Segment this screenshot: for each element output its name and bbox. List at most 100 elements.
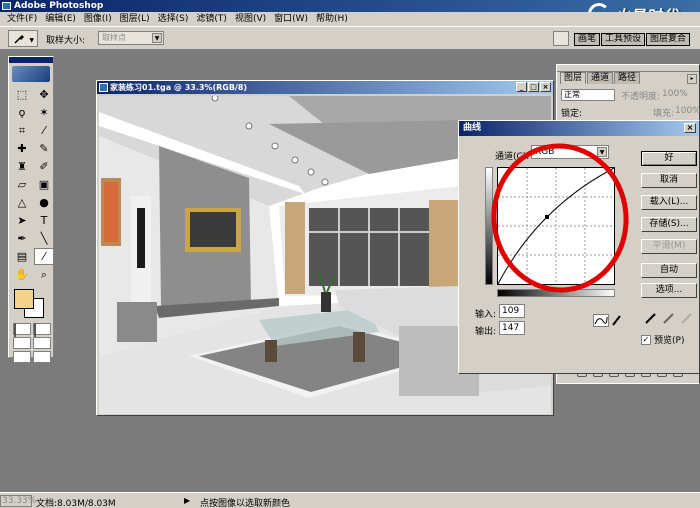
preview-row: ✓ 预览(P) [641,333,684,346]
hand-tool-icon[interactable]: ✋ [12,266,32,283]
notes-tool-icon[interactable]: ▤ [12,248,32,265]
menu-file[interactable]: 文件(F) [3,12,41,26]
sample-size-value: 取样点 [102,33,126,42]
gradient-tool-icon[interactable]: ▣ [34,176,54,193]
menu-window[interactable]: 窗口(W) [270,12,312,26]
palette-well-brushes[interactable]: 画笔 [574,33,601,46]
ok-button[interactable]: 好 [641,151,697,166]
menu-edit[interactable]: 编辑(E) [41,12,80,26]
smooth-button[interactable]: 平滑(M) [641,239,697,254]
status-menu-icon[interactable]: ▶ [184,496,190,505]
document-title: 家装练习01.tga @ 33.3%(RGB/8) [110,83,248,92]
blend-mode-select[interactable]: 正常 [561,89,615,101]
brush-tool-icon[interactable]: ✎ [34,140,54,157]
eyedropper-pickers [643,311,697,325]
clone-stamp-tool-icon[interactable]: ♜ [12,158,32,175]
menu-help[interactable]: 帮助(H) [312,12,352,26]
eyedropper-tool-icon[interactable]: ⁄ [34,248,54,265]
quick-mask-mode-button[interactable] [33,323,51,338]
document-titlebar[interactable]: 家装练习01.tga @ 33.3%(RGB/8) _ □ × [97,81,553,94]
toolbox-header[interactable] [9,57,53,63]
palette-well-tool-presets[interactable]: 工具预设 [601,33,646,46]
annotation-circle [491,143,629,293]
eraser-tool-icon[interactable]: ▱ [12,176,32,193]
app-title: Adobe Photoshop [14,1,104,11]
standard-mode-button[interactable] [13,323,31,338]
adobe-online-icon[interactable] [12,66,50,82]
close-icon[interactable]: × [540,82,551,92]
photoshop-icon [2,2,11,10]
screen-mode-full-menu-button[interactable] [33,337,51,349]
auto-button[interactable]: 自动 [641,263,697,278]
cancel-button[interactable]: 取消 [641,173,697,188]
document-icon [99,83,108,92]
jump-to-imageready-button[interactable] [33,351,51,363]
minimize-icon[interactable]: _ [516,82,527,92]
load-button[interactable]: 载入(L)... [641,195,697,210]
menu-bar: 文件(F) 编辑(E) 图像(I) 图层(L) 选择(S) 滤镜(T) 视图(V… [0,12,700,26]
curve-mode-icon[interactable] [593,314,609,327]
close-icon[interactable]: × [684,123,696,133]
menu-select[interactable]: 选择(S) [154,12,193,26]
eyedropper-icon [14,34,25,44]
status-bar: 33.33% 文档:8.03M/8.03M ▶ 点按图像以选取新颜色 [0,492,700,508]
file-browser-icon[interactable] [553,31,569,46]
blur-tool-icon[interactable]: △ [12,194,32,211]
input-field[interactable]: 109 [499,304,525,318]
menu-layer[interactable]: 图层(L) [116,12,154,26]
blend-mode-value: 正常 [564,90,580,99]
move-tool-icon[interactable]: ✥ [34,86,54,103]
crop-tool-icon[interactable]: ⌗ [12,122,32,139]
type-tool-icon[interactable]: T [34,212,54,229]
chevron-down-icon: ▼ [29,37,34,44]
gray-point-eyedropper-icon[interactable] [661,311,677,325]
options-bar: ▼ 取样大小: 取样点 ▼ 画笔 工具预设 图层复合 [0,26,700,50]
options-button[interactable]: 选项... [641,283,697,298]
output-field[interactable]: 147 [499,321,525,335]
magic-wand-tool-icon[interactable]: ✶ [34,104,54,121]
palette-menu-icon[interactable]: ▸ [687,74,697,84]
quick-mask-row [9,323,53,338]
tab-channels[interactable]: 通道 [587,72,614,84]
zoom-level[interactable]: 33.33% [0,495,36,507]
tab-layers[interactable]: 图层 [560,72,587,84]
screen-mode-standard-button[interactable] [13,337,31,349]
layers-palette-header[interactable] [557,65,699,72]
healing-brush-tool-icon[interactable]: ✚ [12,140,32,157]
opacity-label: 不透明度: [621,92,661,102]
palette-well-layer-comps[interactable]: 图层复合 [646,33,691,46]
marquee-tool-icon[interactable]: ⬚ [12,86,32,103]
black-point-eyedropper-icon[interactable] [643,311,659,325]
pencil-mode-icon[interactable] [611,314,623,327]
quick-mask-icon [34,323,36,338]
zoom-tool-icon[interactable]: ⌕ [34,266,54,283]
slice-tool-icon[interactable]: ⁄ [34,122,54,139]
lasso-tool-icon[interactable]: ϙ [12,104,32,121]
screen-mode-full-button[interactable] [13,351,31,363]
menu-view[interactable]: 视图(V) [231,12,270,26]
color-swatches [9,287,53,321]
menu-image[interactable]: 图像(I) [80,12,116,26]
foreground-color-swatch[interactable] [14,289,34,309]
history-brush-tool-icon[interactable]: ✐ [34,158,54,175]
input-label: 输入: [475,310,497,320]
curves-titlebar[interactable]: 曲线 × [459,121,699,136]
sample-size-select[interactable]: 取样点 ▼ [98,31,164,45]
white-point-eyedropper-icon[interactable] [679,311,695,325]
fill-value[interactable]: 100% [675,106,700,116]
opacity-value[interactable]: 100% [662,89,688,102]
path-selection-tool-icon[interactable]: ➤ [12,212,32,229]
menu-filter[interactable]: 滤镜(T) [192,12,231,26]
palette-well: 画笔 工具预设 图层复合 [574,33,691,46]
save-button[interactable]: 存储(S)... [641,217,697,232]
line-tool-icon[interactable]: ╲ [34,230,54,247]
tab-paths[interactable]: 路径 [614,72,641,84]
toolbox: ⬚ ✥ ϙ ✶ ⌗ ⁄ ✚ ✎ ♜ ✐ ▱ ▣ △ ● ➤ T ✒ ╲ ▤ ⁄ … [8,56,54,363]
chevron-down-icon: ▼ [152,33,162,43]
preview-checkbox[interactable]: ✓ [641,334,651,345]
pen-tool-icon[interactable]: ✒ [12,230,32,247]
maximize-icon[interactable]: □ [528,82,539,92]
dodge-tool-icon[interactable]: ● [34,194,54,211]
lock-label: 锁定: [561,109,583,119]
tool-preset-picker[interactable]: ▼ [8,30,38,47]
